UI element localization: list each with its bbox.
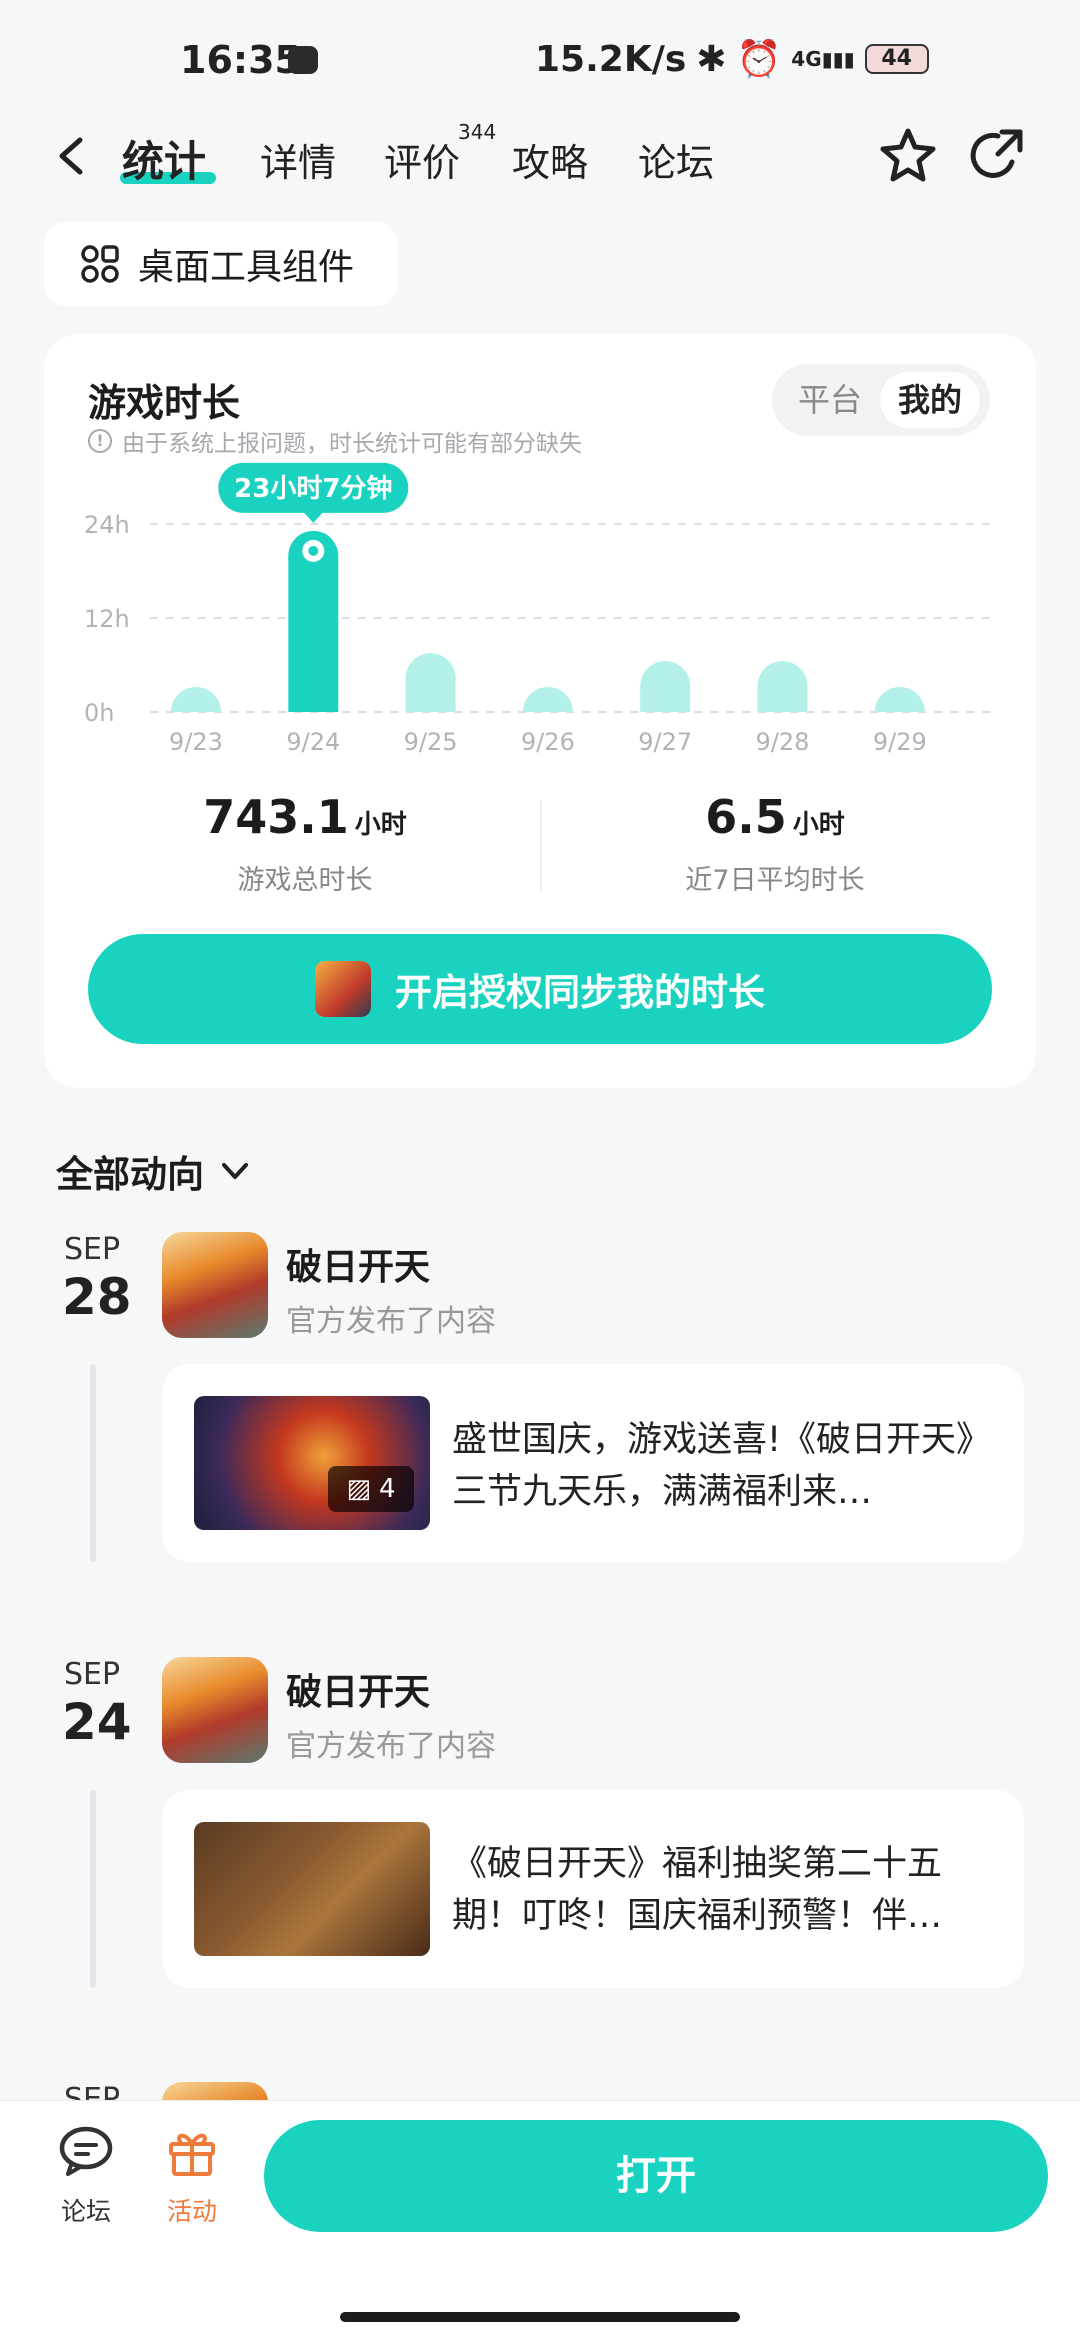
avg-label: 近7日平均时长 (685, 865, 865, 896)
poster-name[interactable]: 破日开天 (286, 1238, 430, 1290)
image-count-badge: ▨ 4 (328, 1466, 414, 1512)
bottom-forum[interactable]: 论坛 (50, 2124, 122, 2228)
post-title: 盛世国庆，游戏送喜!《破日开天》三节九天乐，满满福利来… (452, 1420, 992, 1512)
poster-action: 官方发布了内容 (286, 1304, 496, 1339)
sync-button-label: 开启授权同步我的时长 (395, 971, 765, 1014)
feed-filter-label: 全部动向 (56, 1153, 204, 1196)
avg-value: 6.5 (705, 790, 787, 844)
x-tick-label: 9/29 (873, 728, 927, 756)
total-unit: 小时 (354, 810, 407, 840)
feed-filter[interactable]: 全部动向 (56, 1144, 252, 1198)
sync-playtime-button[interactable]: 开启授权同步我的时长 (88, 934, 992, 1044)
x-tick-label: 9/23 (169, 728, 223, 756)
chart-tooltip-label: 23小时7分钟 (234, 473, 392, 504)
game-icon (315, 961, 371, 1017)
timeline-line (90, 1364, 96, 1562)
playtime-chart: 24h 12h 0h 9/23 9/24 23小时7分钟 9/25 9/26 9/27 9/28 9… (84, 462, 990, 756)
x-tick-label: 9/28 (756, 728, 810, 756)
feed-month: SEP (64, 1232, 121, 1267)
chart-bar (757, 661, 808, 712)
feed-day: 28 (62, 1268, 132, 1326)
feed-month: SEP (64, 1657, 121, 1692)
x-tick-label: 9/27 (638, 728, 692, 756)
total-playtime: 743.1 小时 游戏总时长 (150, 790, 460, 897)
gift-icon (169, 2133, 215, 2176)
bottom-forum-label: 论坛 (60, 2197, 111, 2226)
chart-bar (874, 687, 925, 712)
open-game-button[interactable]: 打开 (264, 2120, 1048, 2232)
poster-avatar[interactable] (162, 1232, 268, 1338)
y-tick-label: 0h (84, 699, 114, 727)
feed-day: 24 (62, 1693, 132, 1751)
poster-name[interactable]: 破日开天 (286, 1663, 430, 1715)
forum-icon (59, 2126, 113, 2176)
chart-bar (405, 653, 456, 712)
x-tick-label: 9/26 (521, 728, 575, 756)
bottom-event[interactable]: 活动 (156, 2124, 228, 2228)
bottom-event-label: 活动 (166, 2197, 217, 2226)
post-thumbnail (194, 1822, 430, 1956)
y-tick-label: 24h (84, 511, 130, 539)
chart-bar (640, 661, 691, 712)
post-thumbnail: ▨ 4 (194, 1396, 430, 1530)
timeline-line (90, 1790, 96, 1988)
y-tick-label: 12h (84, 605, 130, 633)
tab-stats[interactable]: 统计 (122, 128, 206, 189)
stats-divider (540, 800, 542, 892)
poster-action: 官方发布了内容 (286, 1729, 496, 1764)
average-playtime: 6.5 小时 近7日平均时长 (620, 790, 930, 897)
chart-highlight-dot-inner (308, 545, 319, 556)
chevron-down-icon (222, 1163, 248, 1179)
home-indicator[interactable] (340, 2312, 740, 2322)
total-label: 游戏总时长 (237, 865, 373, 896)
poster-avatar[interactable] (162, 1657, 268, 1763)
avg-unit: 小时 (792, 810, 845, 840)
image-count: 4 (379, 1474, 396, 1504)
post-title: 《破日开天》福利抽奖第二十五期！叮咚！国庆福利预警！伴… (452, 1844, 943, 1936)
chart-bar (522, 687, 573, 712)
image-icon: ▨ (346, 1474, 372, 1504)
x-tick-label: 9/24 (286, 728, 340, 756)
chart-tooltip-pointer (303, 511, 324, 523)
chart-bar (171, 687, 221, 712)
x-tick-label: 9/25 (404, 728, 458, 756)
total-value: 743.1 (203, 790, 349, 844)
